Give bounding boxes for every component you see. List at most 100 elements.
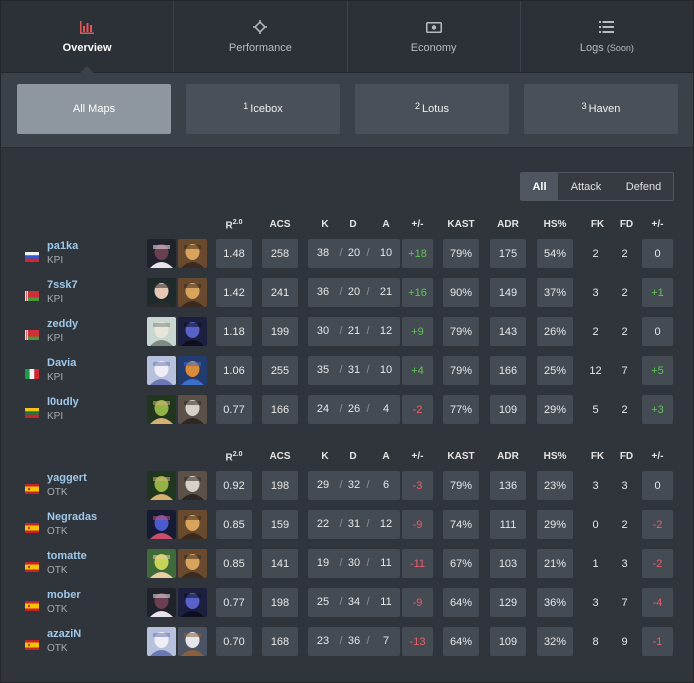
column-header-text: KAST [447,451,475,462]
stat-pm: +4 [402,356,433,385]
side-all-button[interactable]: All [521,173,558,200]
stat-kills: 30 [316,325,330,337]
player-row: tomatte OTK 0.85 141 -11 67% 103 21% 1 3 -2 19/30/1… [0,549,694,578]
separator: / [366,364,370,376]
player-name[interactable]: 7ssk7 [47,279,78,291]
player-row: l0udly KPI 0.77 166 -2 77% 109 29% 5 2 +3 24/26/4 [0,395,694,424]
soon-label: (Soon) [606,43,634,53]
player-name[interactable]: Negradas [47,511,97,523]
player-name[interactable]: mober [47,589,81,601]
stat-kills: 19 [316,557,330,569]
stat-deaths: 30 [347,557,361,569]
player-team: OTK [47,487,68,498]
separator: / [366,635,370,647]
column-header-text: D [349,219,357,230]
stat-fd: 2 [621,403,628,416]
column-header-fkfd-pm: +/- [642,451,673,465]
map-haven-button[interactable]: 3 Haven [524,84,678,134]
column-header-kast: KAST [443,451,479,465]
stat-rating: 0.70 [216,627,252,656]
stat-acs: 166 [262,395,298,424]
player-name[interactable]: tomatte [47,550,87,562]
tab-economy[interactable]: Economy [348,1,521,72]
player-name[interactable]: yaggert [47,472,87,484]
map-lotus-button[interactable]: 2 Lotus [355,84,509,134]
stat-rating: 1.48 [216,239,252,268]
player-name[interactable]: l0udly [47,396,79,408]
flag-spain-icon [25,481,39,494]
stat-fd: 2 [621,286,628,299]
flag-russia-icon [25,249,39,262]
map-all-maps-button[interactable]: All Maps [17,84,171,134]
stat-adr: 103 [490,549,526,578]
column-header-text: D [349,451,357,462]
stat-adr: 109 [490,627,526,656]
stat-hs: 54% [537,239,573,268]
column-header-text: ADR [497,219,519,230]
tab-logs[interactable]: Logs (Soon) [521,1,693,72]
stat-acs: 198 [262,588,298,617]
stat-kills: 36 [316,286,330,298]
column-header-fd: FD [614,451,639,465]
stat-fk: 3 [592,479,599,492]
stat-fd: 2 [621,325,628,338]
separator: / [366,518,370,530]
stat-deaths: 31 [347,364,361,376]
column-header-pm: +/- [402,451,433,465]
separator: / [366,479,370,491]
player-name[interactable]: zeddy [47,318,78,330]
stat-deaths: 32 [347,479,361,491]
tab-economy-label: Economy [410,42,457,54]
money-icon [425,19,442,35]
stat-adr: 175 [490,239,526,268]
stat-deaths: 20 [347,286,361,298]
column-header-text: A [382,219,390,230]
stat-acs: 255 [262,356,298,385]
player-row: azaziN OTK 0.70 168 -13 64% 109 32% 8 9 -1 23/36/7 [0,627,694,656]
stat-fkpm: +1 [642,278,673,307]
flag-spain-icon [25,598,39,611]
map-selector: All Maps 1 Icebox 2 Lotus 3 Haven [1,73,693,148]
column-header-a: A [376,219,396,233]
tab-performance[interactable]: Performance [174,1,348,72]
stat-rating: 0.77 [216,395,252,424]
side-attack-button[interactable]: Attack [558,173,614,200]
map-icebox-button[interactable]: 1 Icebox [186,84,340,134]
stat-fk: 2 [592,325,599,338]
stat-kills: 38 [316,247,330,259]
tab-performance-label: Performance [228,42,292,54]
list-icon [599,19,615,35]
agent-icon [147,627,176,656]
stat-kast: 79% [443,317,479,346]
player-name[interactable]: azaziN [47,628,81,640]
column-header-text: FD [619,451,634,462]
stat-pm: +18 [402,239,433,268]
map-label: All Maps [72,103,116,115]
player-name[interactable]: pa1ka [47,240,78,252]
stat-assists: 21 [379,286,393,298]
agent-icon [147,278,176,307]
stat-kda: 30/21/12 [308,317,400,346]
side-defend-button[interactable]: Defend [614,173,673,200]
column-header-d: D [343,219,363,233]
stat-adr: 111 [490,510,526,539]
column-header-text: +/- [651,451,664,462]
stat-deaths: 20 [347,247,361,259]
column-header-a: A [376,451,396,465]
agent-icon [178,239,207,268]
stat-kda: 38/20/10 [308,239,400,268]
stats-tabs: Overview Performance Economy Logs (Soon) [1,1,693,73]
stat-acs: 141 [262,549,298,578]
stat-pm: -3 [402,471,433,500]
agent-icon [178,549,207,578]
flag-belarus-icon [25,288,39,301]
agent-icon [147,395,176,424]
stat-rating: 0.92 [216,471,252,500]
player-name[interactable]: Davia [47,357,76,369]
tab-overview[interactable]: Overview [1,1,175,73]
stat-adr: 149 [490,278,526,307]
column-header-k: K [315,451,335,465]
column-header-text: ADR [497,451,519,462]
agent-icon [147,317,176,346]
stat-pm: -9 [402,510,433,539]
